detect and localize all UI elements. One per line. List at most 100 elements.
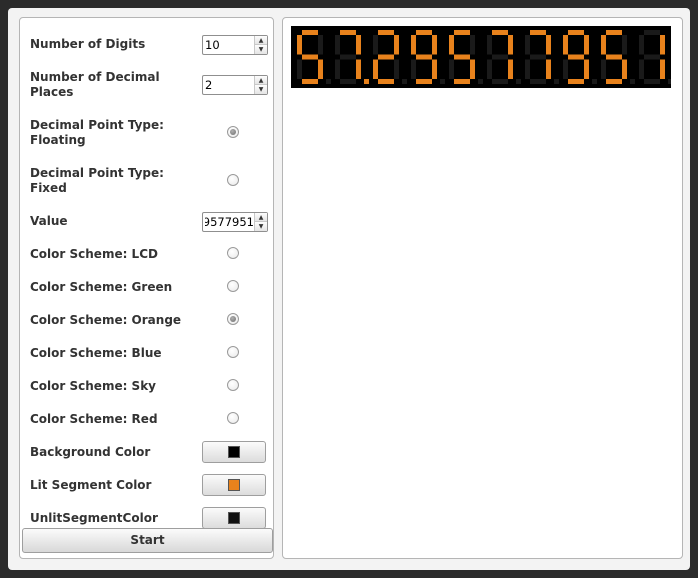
dp-fixed-label: Decimal Point Type: Fixed [30,166,164,195]
segment-8-f [601,35,606,55]
segment-5-c [508,59,513,79]
spin-up-icon[interactable]: ▲ [255,76,267,85]
scheme-red-radio[interactable] [227,412,239,424]
segment-2-b [394,35,399,55]
segment-2-a [378,30,394,35]
scheme-sky-radio[interactable] [227,379,239,391]
segment-8-c [622,59,627,79]
seven-segment-display [291,26,671,88]
segment-8-d [606,79,622,84]
segment-7-b [584,35,589,55]
segment-0-b [318,35,323,55]
decimal-point-0 [326,79,331,84]
spin-up-icon[interactable]: ▲ [255,213,267,222]
app-window: Number of Digits ▲ ▼ Number of Decimal P… [8,8,690,570]
num-digits-label: Number of Digits [30,37,146,51]
segment-3-d [416,79,432,84]
dp-fixed-radio[interactable] [227,174,239,186]
value-input[interactable] [203,213,254,231]
segment-9-c [660,59,665,79]
segment-5-a [492,30,508,35]
segment-3-e [411,59,416,79]
segment-4-g [454,54,470,60]
segment-0-c [318,59,323,79]
num-digits-spinner[interactable]: ▲ ▼ [202,35,268,55]
spin-down-icon[interactable]: ▼ [255,45,267,54]
segment-1-a [340,30,356,35]
segment-0-e [297,59,302,79]
segment-4-e [449,59,454,79]
value-label: Value [30,214,68,228]
segment-2-c [394,59,399,79]
scheme-lcd-radio[interactable] [227,247,239,259]
segment-6-c [546,59,551,79]
scheme-orange-label: Color Scheme: Orange [30,313,182,327]
segment-8-b [622,35,627,55]
segment-5-f [487,35,492,55]
segment-6-g [530,54,546,60]
background-color-label: Background Color [30,445,151,459]
spin-down-icon[interactable]: ▼ [255,85,267,94]
num-digits-input[interactable] [203,36,254,54]
scheme-blue-radio[interactable] [227,346,239,358]
decimal-point-5 [516,79,521,84]
segment-6-f [525,35,530,55]
segment-0-g [302,54,318,60]
segment-6-d [530,79,546,84]
segment-7-c [584,59,589,79]
scheme-sky-label: Color Scheme: Sky [30,379,157,393]
value-spinner[interactable]: ▲ ▼ [202,212,268,232]
spin-up-icon[interactable]: ▲ [255,36,267,45]
segment-8-e [601,59,606,79]
background-color-button[interactable] [202,441,266,463]
segment-1-b [356,35,361,55]
segment-0-a [302,30,318,35]
segment-7-g [568,54,584,60]
segment-6-a [530,30,546,35]
segment-7-e [563,59,568,79]
segment-3-c [432,59,437,79]
segment-7-d [568,79,584,84]
segment-9-g [644,54,660,60]
start-button[interactable]: Start [22,528,273,553]
spin-down-icon[interactable]: ▼ [255,222,267,231]
decimal-point-6 [554,79,559,84]
segment-5-d [492,79,508,84]
segment-9-d [644,79,660,84]
segment-1-d [340,79,356,84]
segment-0-f [297,35,302,55]
segment-1-g [340,54,356,60]
segment-9-a [644,30,660,35]
segment-3-f [411,35,416,55]
unlit-segment-label: UnlitSegmentColor [30,511,158,525]
lit-segment-color-button[interactable] [202,474,266,496]
segment-3-b [432,35,437,55]
decimal-point-4 [478,79,483,84]
segment-1-c [356,59,361,79]
decimal-point-3 [440,79,445,84]
segment-4-a [454,30,470,35]
segment-5-g [492,54,508,60]
segment-2-e [373,59,378,79]
scheme-orange-radio[interactable] [227,313,239,325]
segment-1-e [335,59,340,79]
dp-floating-radio[interactable] [227,126,239,138]
segment-3-a [416,30,432,35]
segment-0-d [302,79,318,84]
display-panel [282,17,683,559]
segment-7-a [568,30,584,35]
segment-6-e [525,59,530,79]
segment-5-b [508,35,513,55]
segment-6-b [546,35,551,55]
num-decimals-input[interactable] [203,76,254,94]
segment-4-b [470,35,475,55]
segment-4-c [470,59,475,79]
scheme-green-radio[interactable] [227,280,239,292]
unlit-segment-color-button[interactable] [202,507,266,529]
lit-segment-color-swatch [228,479,240,491]
segment-9-b [660,35,665,55]
num-decimals-spinner[interactable]: ▲ ▼ [202,75,268,95]
scheme-red-label: Color Scheme: Red [30,412,158,426]
segment-5-e [487,59,492,79]
segment-9-e [639,59,644,79]
